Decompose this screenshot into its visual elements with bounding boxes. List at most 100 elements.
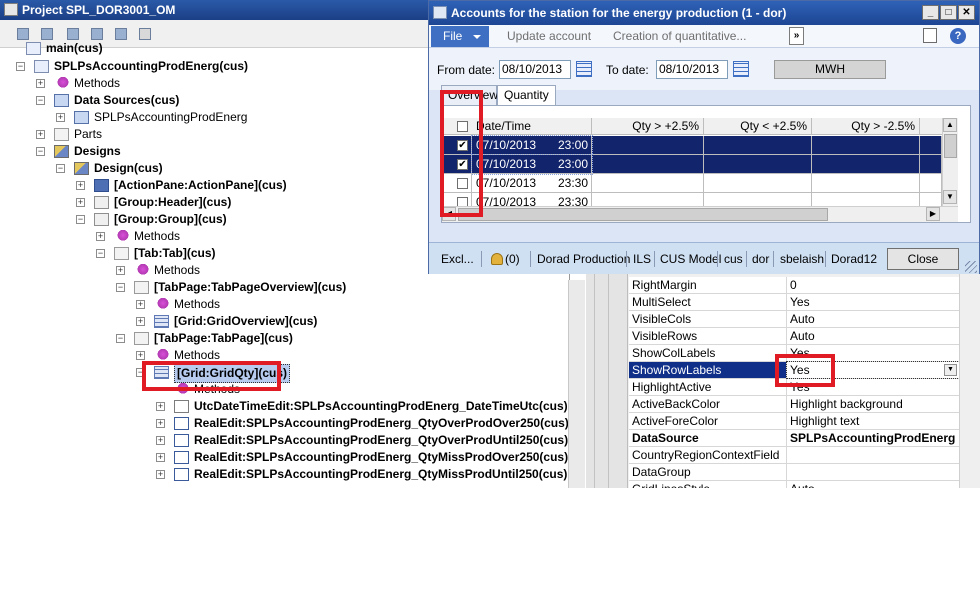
tree-node[interactable]: + RealEdit:SPLPsAccountingProdEnerg_QtyOv…: [0, 415, 569, 432]
table-cell[interactable]: [920, 174, 942, 193]
table-cell[interactable]: [920, 136, 942, 155]
file-menu-button[interactable]: File: [431, 26, 489, 47]
dialog-title-bar[interactable]: Accounts for the station for the energy …: [429, 1, 979, 25]
column-header[interactable]: Qty < +2.5%: [704, 118, 812, 135]
expand-icon[interactable]: +: [56, 113, 65, 122]
table-cell[interactable]: [704, 155, 812, 174]
bell-icon[interactable]: [491, 253, 503, 265]
property-value[interactable]: Auto: [787, 328, 959, 344]
scroll-down-icon[interactable]: ▼: [943, 190, 957, 204]
property-value[interactable]: [787, 464, 959, 480]
update-account-button[interactable]: Update account: [507, 25, 591, 47]
grid-vertical-scrollbar[interactable]: ▲ ▼: [942, 118, 958, 206]
export-excel-link[interactable]: Excl...: [441, 243, 474, 275]
property-row[interactable]: GridLinesStyleAuto: [629, 481, 959, 488]
to-date-field[interactable]: 08/10/2013: [656, 60, 728, 79]
maximize-button[interactable]: □: [940, 5, 957, 20]
close-window-button[interactable]: ✕: [958, 5, 975, 20]
property-value[interactable]: Highlight text: [787, 413, 959, 429]
tree-node[interactable]: + RealEdit:SPLPsAccountingProdEnerg_QtyMi…: [0, 449, 569, 466]
collapse-icon[interactable]: −: [36, 96, 45, 105]
expand-icon[interactable]: +: [76, 198, 85, 207]
property-value[interactable]: [787, 447, 959, 463]
notification-count[interactable]: (0): [505, 243, 520, 275]
property-value[interactable]: Yes: [787, 294, 959, 310]
scroll-up-icon[interactable]: ▲: [943, 118, 957, 132]
scroll-thumb[interactable]: [944, 134, 957, 158]
table-row[interactable]: ✔ 07/10/2013 23:00: [442, 135, 942, 156]
table-cell[interactable]: [812, 174, 920, 193]
table-cell[interactable]: [704, 174, 812, 193]
property-value[interactable]: Auto: [787, 481, 959, 488]
expand-icon[interactable]: +: [136, 351, 145, 360]
property-row[interactable]: CountryRegionContextField: [629, 447, 959, 464]
tree-node[interactable]: − [TabPage:TabPage](cus): [0, 330, 569, 347]
collapse-icon[interactable]: −: [36, 147, 45, 156]
expand-icon[interactable]: +: [156, 402, 165, 411]
expand-icon[interactable]: +: [96, 232, 105, 241]
tree-node[interactable]: + Methods: [0, 296, 569, 313]
tree-node[interactable]: + UtcDateTimeEdit:SPLPsAccountingProdEner…: [0, 398, 569, 415]
tree-node[interactable]: − [TabPage:TabPageOverview](cus): [0, 279, 569, 296]
table-cell[interactable]: [592, 155, 704, 174]
property-row[interactable]: ActiveForeColor Highlight text: [629, 413, 959, 430]
expand-icon[interactable]: +: [156, 436, 165, 445]
minimize-button[interactable]: _: [922, 5, 939, 20]
property-row[interactable]: VisibleRows Auto: [629, 328, 959, 345]
tree-node[interactable]: + Methods: [0, 347, 569, 364]
expand-icon[interactable]: +: [36, 130, 45, 139]
layout-icon[interactable]: [923, 28, 937, 43]
table-row[interactable]: 07/10/2013 23:30: [442, 174, 942, 193]
column-header[interactable]: Qty > -2.5%: [812, 118, 920, 135]
collapse-icon[interactable]: −: [56, 164, 65, 173]
expand-icon[interactable]: +: [156, 453, 165, 462]
collapse-icon[interactable]: −: [116, 334, 125, 343]
from-calendar-icon[interactable]: [576, 61, 592, 77]
property-row[interactable]: RightMargin 0: [629, 277, 959, 294]
creation-quantitative-button[interactable]: Creation of quantitative...: [613, 25, 746, 47]
column-header[interactable]: Date/Time: [472, 118, 592, 135]
table-row[interactable]: ✔ 07/10/2013 23:00: [442, 154, 942, 175]
property-value[interactable]: Auto: [787, 311, 959, 327]
expand-icon[interactable]: +: [76, 181, 85, 190]
property-row[interactable]: DataGroup: [629, 464, 959, 481]
property-value[interactable]: Highlight background: [787, 396, 959, 412]
property-row[interactable]: MultiSelect Yes: [629, 294, 959, 311]
property-row[interactable]: VisibleCols Auto: [629, 311, 959, 328]
expand-icon[interactable]: +: [156, 419, 165, 428]
expand-icon[interactable]: +: [136, 300, 145, 309]
from-date-field[interactable]: 08/10/2013: [499, 60, 571, 79]
grid-horizontal-scrollbar[interactable]: ◀ ▶: [442, 206, 958, 222]
help-icon[interactable]: ?: [950, 28, 966, 44]
resize-grip-icon[interactable]: [965, 261, 977, 273]
properties-scrollbar[interactable]: [959, 272, 980, 488]
expand-icon[interactable]: +: [136, 317, 145, 326]
collapse-icon[interactable]: −: [76, 215, 85, 224]
dropdown-icon[interactable]: ▼: [944, 364, 957, 376]
expand-icon[interactable]: +: [156, 470, 165, 479]
to-calendar-icon[interactable]: [733, 61, 749, 77]
tree-node[interactable]: + [Grid:GridOverview](cus): [0, 313, 569, 330]
horizontal-scroll-thumb[interactable]: [458, 208, 828, 221]
property-row[interactable]: ActiveBackColor Highlight background: [629, 396, 959, 413]
tree-node[interactable]: − [Grid:GridQty](cus): [0, 364, 569, 383]
close-button[interactable]: Close: [887, 248, 959, 270]
property-value[interactable]: SPLPsAccountingProdEnerg: [787, 430, 959, 446]
table-cell[interactable]: [704, 136, 812, 155]
project-scrollbar[interactable]: [568, 280, 585, 488]
collapse-icon[interactable]: −: [116, 283, 125, 292]
collapse-icon[interactable]: −: [96, 249, 105, 258]
expand-icon[interactable]: +: [36, 79, 45, 88]
tree-node[interactable]: + RealEdit:SPLPsAccountingProdEnerg_QtyMi…: [0, 466, 569, 483]
table-cell[interactable]: [920, 155, 942, 174]
more-actions-icon[interactable]: »: [789, 27, 804, 45]
tree-node[interactable]: Methods: [0, 381, 569, 398]
column-header[interactable]: Qty > +2.5%: [592, 118, 704, 135]
expand-icon[interactable]: +: [116, 266, 125, 275]
table-cell[interactable]: [592, 174, 704, 193]
scroll-right-icon[interactable]: ▶: [926, 207, 940, 221]
property-row[interactable]: DataSource SPLPsAccountingProdEnerg: [629, 430, 959, 447]
table-cell[interactable]: [812, 155, 920, 174]
tree-node[interactable]: + RealEdit:SPLPsAccountingProdEnerg_QtyOv…: [0, 432, 569, 449]
collapse-icon[interactable]: −: [16, 62, 25, 71]
